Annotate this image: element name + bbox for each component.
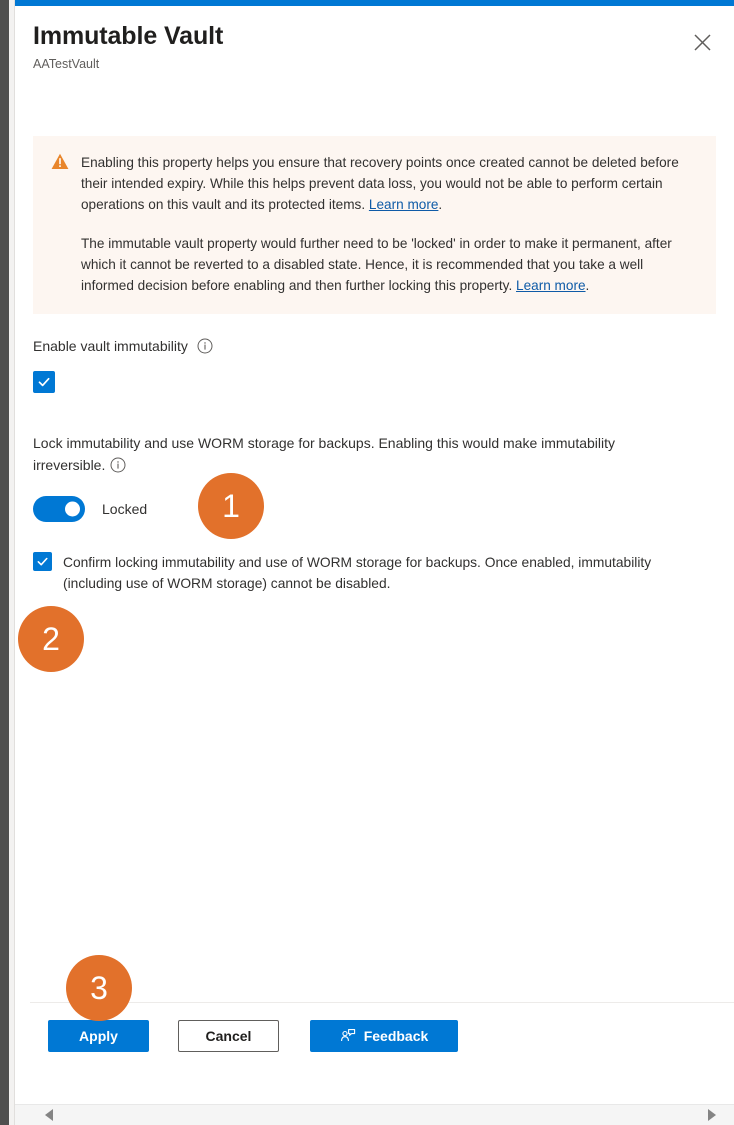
triangle-left-icon[interactable] (45, 1109, 53, 1121)
warning-paragraph-1-tail: . (438, 197, 443, 212)
info-circle-icon[interactable] (110, 457, 126, 479)
triangle-right-icon[interactable] (708, 1109, 716, 1121)
warning-paragraph-2-tail: . (585, 278, 590, 293)
enable-vault-immutability-checkbox[interactable] (33, 371, 716, 394)
cancel-button[interactable]: Cancel (178, 1020, 279, 1052)
warning-banner: Enabling this property helps you ensure … (33, 136, 716, 314)
enable-vault-immutability-label: Enable vault immutability (33, 338, 188, 354)
warning-text: Enabling this property helps you ensure … (81, 152, 698, 296)
learn-more-link-1[interactable]: Learn more (369, 197, 439, 212)
confirm-locking-row[interactable]: Confirm locking immutability and use of … (33, 552, 716, 594)
page-backdrop (0, 0, 9, 1125)
locked-toggle-label: Locked (102, 501, 148, 517)
screenshot-root: Immutable Vault AATestVault Enabling thi… (0, 0, 734, 1125)
blade-footer: Apply Cancel Feedback (30, 1002, 734, 1090)
toggle-knob (65, 501, 80, 517)
enable-vault-immutability-label-row: Enable vault immutability (33, 336, 716, 356)
confirm-locking-label: Confirm locking immutability and use of … (63, 555, 652, 591)
enable-vault-immutability-field: Enable vault immutability (33, 336, 716, 394)
lock-immutability-field: Lock immutability and use WORM storage f… (33, 432, 716, 522)
blade-header: Immutable Vault AATestVault (15, 6, 734, 98)
page-title: Immutable Vault (33, 22, 224, 50)
annotation-badge-2: 2 (18, 606, 84, 672)
learn-more-link-2[interactable]: Learn more (516, 278, 586, 293)
info-circle-icon[interactable] (197, 338, 213, 354)
feedback-button-label: Feedback (363, 1028, 429, 1044)
checkmark-icon (37, 375, 51, 389)
locked-toggle-row: Locked (33, 496, 716, 522)
feedback-button[interactable]: Feedback (310, 1020, 458, 1052)
blade-content: Enabling this property helps you ensure … (15, 136, 734, 594)
locked-toggle[interactable] (33, 496, 85, 522)
warning-paragraph-1: Enabling this property helps you ensure … (81, 152, 698, 215)
close-icon (693, 33, 712, 52)
immutable-vault-blade: Immutable Vault AATestVault Enabling thi… (15, 6, 734, 1125)
annotation-badge-3: 3 (66, 955, 132, 1021)
confirm-locking-checkbox[interactable] (33, 552, 52, 571)
lock-immutability-label-row: Lock immutability and use WORM storage f… (33, 432, 633, 479)
footer-button-group: Apply Cancel Feedback (48, 1020, 734, 1052)
warning-triangle-icon (51, 153, 73, 170)
annotation-badge-1: 1 (198, 473, 264, 539)
apply-button[interactable]: Apply (48, 1020, 149, 1052)
checkmark-icon (36, 555, 49, 568)
close-button[interactable] (686, 26, 718, 58)
page-subtitle: AATestVault (33, 57, 100, 71)
horizontal-scrollbar[interactable] (15, 1104, 734, 1125)
checkbox-box[interactable] (33, 371, 55, 393)
warning-paragraph-2: The immutable vault property would furth… (81, 233, 698, 296)
feedback-person-icon (340, 1028, 356, 1044)
